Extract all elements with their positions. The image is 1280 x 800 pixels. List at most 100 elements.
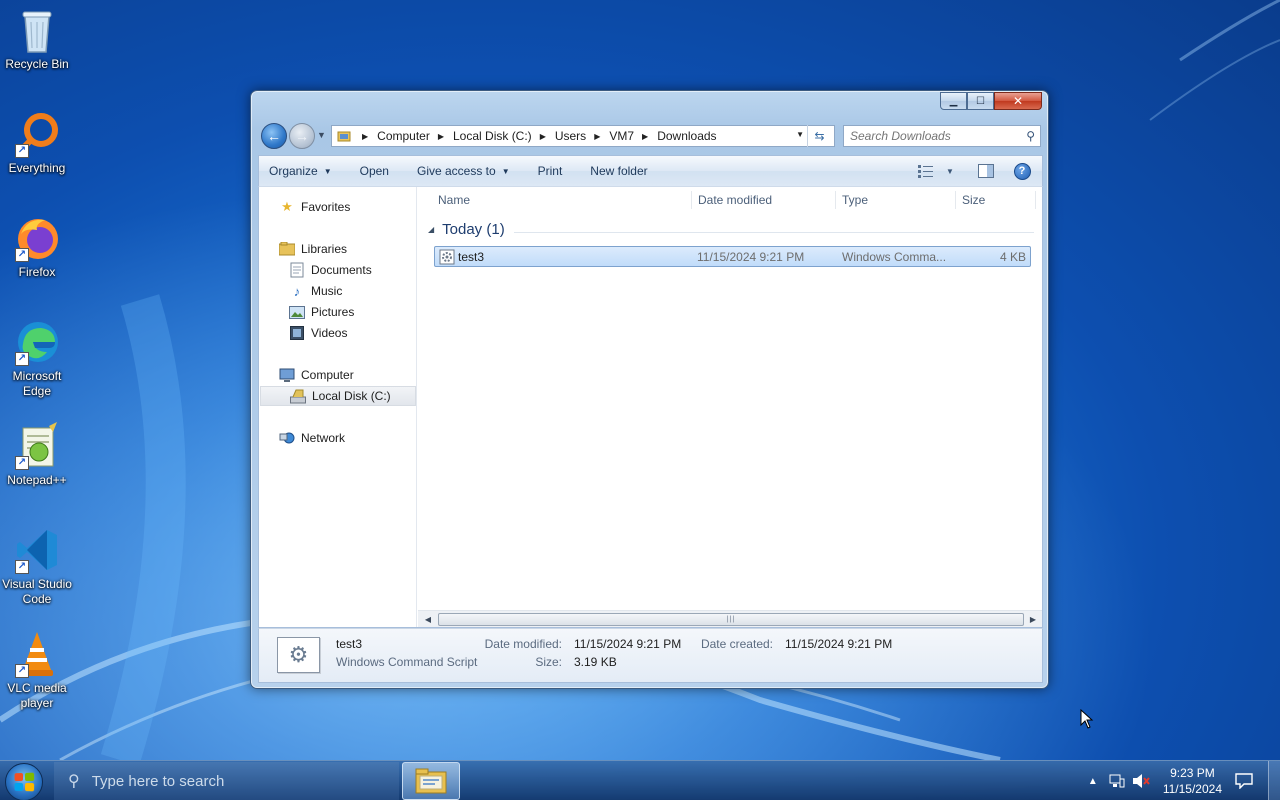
view-options-dropdown[interactable]: ▼ [940, 161, 960, 181]
breadcrumb-separator[interactable]: ▶ [362, 132, 368, 141]
taskbar-file-explorer[interactable] [402, 762, 460, 800]
show-desktop-button[interactable] [1268, 761, 1280, 800]
details-date-modified: 11/15/2024 9:21 PM [574, 637, 682, 651]
tree-item-pictures[interactable]: Pictures [289, 302, 354, 322]
address-bar[interactable]: ▶ Computer ▶ Local Disk (C:) ▶ Users ▶ V… [331, 125, 835, 147]
new-folder-button[interactable]: New folder [590, 164, 647, 178]
help-icon: ? [1013, 162, 1031, 180]
breadcrumb-computer[interactable]: Computer [377, 129, 430, 143]
breadcrumb-separator[interactable]: ▶ [438, 132, 444, 141]
preview-pane-button[interactable] [976, 161, 996, 181]
network-tray-icon[interactable] [1105, 769, 1129, 793]
file-date-modified: 11/15/2024 9:21 PM [697, 250, 805, 264]
change-view-button[interactable] [916, 161, 936, 181]
libraries-icon [279, 241, 295, 257]
close-button[interactable]: ✕ [994, 92, 1042, 110]
tree-item-documents[interactable]: Documents [289, 260, 372, 280]
maximize-button[interactable]: ☐ [967, 92, 994, 110]
refresh-icon: ⇆ [814, 129, 825, 143]
column-divider[interactable] [691, 191, 692, 209]
breadcrumb-separator[interactable]: ▶ [642, 132, 648, 141]
column-header-type[interactable]: Type [842, 193, 868, 207]
show-hidden-icons-button[interactable]: ▲ [1081, 769, 1105, 793]
organize-button[interactable]: Organize ▼ [269, 164, 332, 178]
taskbar-search-input[interactable] [91, 772, 372, 790]
tree-item-network[interactable]: Network [279, 428, 345, 448]
scroll-thumb[interactable]: ||| [438, 613, 1024, 626]
computer-folder-icon [336, 128, 352, 144]
tree-item-computer[interactable]: Computer [279, 365, 354, 385]
help-button[interactable]: ? [1012, 161, 1032, 181]
desktop-icon-vlc[interactable]: ↗ VLC media player [0, 630, 74, 711]
star-icon: ★ [281, 199, 293, 214]
notifications-button[interactable] [1232, 769, 1256, 793]
taskbar-search[interactable]: ⚲ [54, 762, 399, 800]
arrow-left-icon: ← [267, 128, 281, 144]
column-header-date-modified[interactable]: Date modified [698, 193, 772, 207]
column-header-size[interactable]: Size [962, 193, 985, 207]
clock[interactable]: 9:23 PM 11/15/2024 [1163, 765, 1222, 797]
give-access-button[interactable]: Give access to ▼ [417, 164, 510, 178]
search-icon[interactable]: ⚲ [1026, 129, 1035, 143]
search-input[interactable] [850, 129, 1018, 143]
caption-buttons: ▁ ☐ ✕ [940, 92, 1042, 110]
desktop-icon-recycle-bin[interactable]: Recycle Bin [0, 6, 74, 72]
column-divider[interactable] [1035, 191, 1036, 209]
horizontal-scrollbar[interactable]: ◀ ||| ▶ [418, 610, 1042, 627]
desktop-icon-notepad-plus-plus[interactable]: ↗ Notepad++ [0, 422, 74, 488]
tree-item-label: Local Disk (C:) [312, 389, 391, 403]
details-file-name: test3 [336, 637, 363, 651]
open-button[interactable]: Open [360, 164, 389, 178]
breadcrumb-local-disk[interactable]: Local Disk (C:) [453, 129, 532, 143]
gear-icon: ⚙ [288, 642, 309, 667]
desktop-icon-firefox[interactable]: ↗ Firefox [0, 214, 74, 280]
tree-item-music[interactable]: ♪ Music [289, 281, 343, 301]
recycle-bin-icon [13, 6, 61, 54]
breadcrumb-downloads[interactable]: Downloads [657, 129, 716, 143]
local-disk-icon [290, 388, 306, 404]
scroll-right-button[interactable]: ▶ [1026, 613, 1040, 626]
desktop-icon-vscode[interactable]: ↗ Visual Studio Code [0, 526, 74, 607]
column-divider[interactable] [835, 191, 836, 209]
tree-item-label: Favorites [301, 200, 351, 214]
windows-logo-icon [14, 772, 35, 792]
chevron-down-icon: ▼ [323, 166, 332, 176]
group-header-today[interactable]: ◢ Today (1) [428, 221, 505, 238]
minimize-button[interactable]: ▁ [940, 92, 967, 110]
shortcut-arrow-icon: ↗ [15, 456, 29, 470]
network-icon [279, 430, 295, 446]
view-controls: ▼ ? [904, 161, 1032, 181]
desktop-icon-everything[interactable]: ↗ Everything [0, 110, 74, 176]
column-divider[interactable] [955, 191, 956, 209]
back-button[interactable]: ← [261, 123, 287, 149]
start-button[interactable] [5, 763, 43, 800]
file-size: 4 KB [999, 250, 1026, 264]
file-row[interactable]: test3 11/15/2024 9:21 PM Windows Comma..… [434, 246, 1031, 267]
tree-item-label: Videos [311, 326, 348, 340]
breadcrumb-vm7[interactable]: VM7 [609, 129, 634, 143]
tree-item-label: Music [311, 284, 343, 298]
print-button[interactable]: Print [538, 164, 563, 178]
clock-date: 11/15/2024 [1162, 782, 1222, 796]
recent-pages-dropdown[interactable]: ▼ [317, 130, 326, 140]
tree-item-favorites[interactable]: ★ Favorites [279, 197, 350, 217]
breadcrumb-users[interactable]: Users [555, 129, 586, 143]
tree-item-videos[interactable]: Videos [289, 323, 347, 343]
forward-button[interactable]: → [289, 123, 315, 149]
tree-item-local-disk[interactable]: Local Disk (C:) [260, 386, 416, 406]
tree-item-libraries[interactable]: Libraries [279, 239, 347, 259]
documents-icon [289, 262, 305, 278]
address-history-dropdown[interactable]: ▼ [796, 130, 804, 139]
search-box[interactable]: ⚲ [843, 125, 1041, 147]
breadcrumb-separator[interactable]: ▶ [594, 132, 600, 141]
column-header-name[interactable]: Name [438, 193, 470, 207]
scroll-left-button[interactable]: ◀ [421, 613, 435, 626]
vscode-icon: ↗ [13, 526, 61, 574]
refresh-button[interactable]: ⇆ [807, 125, 831, 147]
volume-muted-icon[interactable] [1129, 769, 1153, 793]
desktop-icon-microsoft-edge[interactable]: ↗ Microsoft Edge [0, 318, 74, 399]
videos-icon [289, 325, 305, 341]
grip-icon: ||| [726, 616, 736, 623]
breadcrumb-separator[interactable]: ▶ [540, 132, 546, 141]
mouse-cursor-icon [1080, 709, 1094, 729]
